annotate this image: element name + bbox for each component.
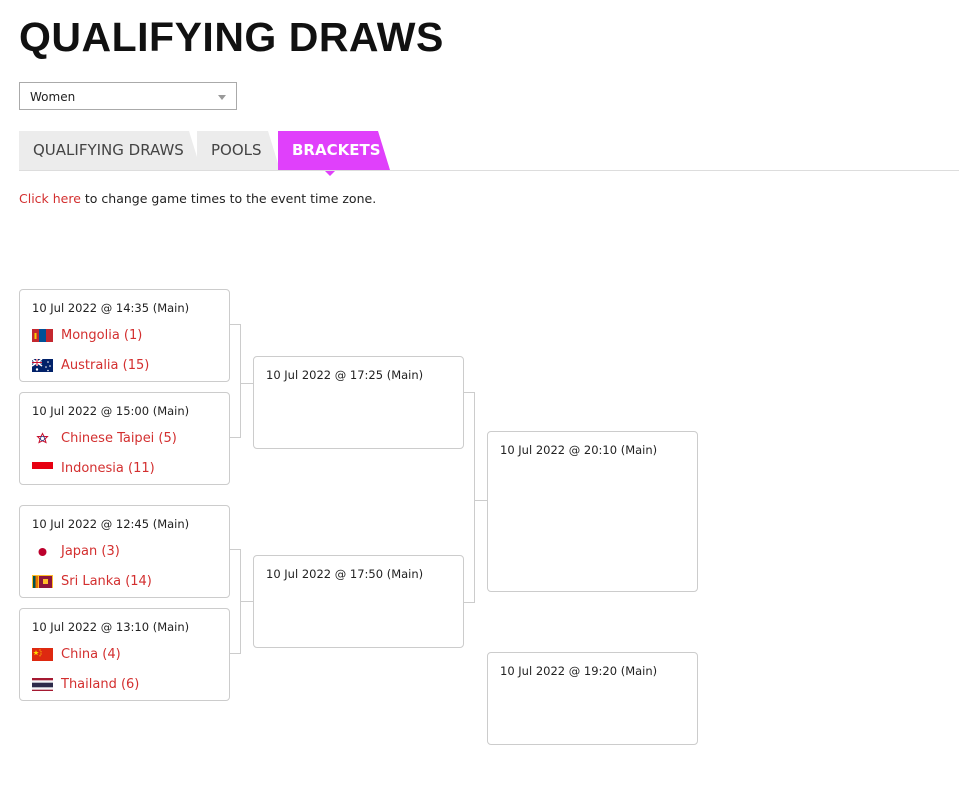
team-entry[interactable]: Thailand (6) (32, 676, 139, 692)
china-flag-icon (32, 647, 53, 661)
match-time: 10 Jul 2022 @ 13:10 (Main) (32, 620, 190, 634)
tab-brackets[interactable]: BRACKETS (278, 131, 390, 170)
chevron-down-icon (218, 95, 226, 100)
final-match-card[interactable]: 10 Jul 2022 @ 20:10 (Main) (487, 431, 698, 592)
team-name: Mongolia (1) (61, 327, 143, 343)
indonesia-flag-icon (32, 461, 53, 475)
team-entry[interactable]: Indonesia (11) (32, 460, 155, 476)
team-entry[interactable]: China (4) (32, 646, 121, 662)
match-card[interactable]: 10 Jul 2022 @ 14:35 (Main) Mongolia (1) … (19, 289, 230, 382)
chinese-taipei-flag-icon (32, 431, 53, 445)
team-name: Indonesia (11) (61, 460, 155, 476)
match-card[interactable]: 10 Jul 2022 @ 13:10 (Main) China (4) Tha… (19, 608, 230, 701)
team-entry[interactable]: Australia (15) (32, 357, 149, 373)
match-time: 10 Jul 2022 @ 12:45 (Main) (32, 517, 190, 531)
bracket-connector (230, 324, 241, 438)
match-time: 10 Jul 2022 @ 17:25 (Main) (266, 368, 424, 382)
bracket-connector (241, 601, 253, 602)
team-name: Chinese Taipei (5) (61, 430, 177, 446)
thailand-flag-icon (32, 677, 53, 691)
timezone-link[interactable]: Click here (19, 191, 81, 206)
australia-flag-icon (32, 358, 53, 372)
bracket-connector (475, 500, 487, 501)
match-card[interactable]: 10 Jul 2022 @ 17:50 (Main) (253, 555, 464, 648)
match-time: 10 Jul 2022 @ 17:50 (Main) (266, 567, 424, 581)
gender-select-value: Women (30, 90, 76, 104)
match-time: 10 Jul 2022 @ 19:20 (Main) (500, 664, 658, 678)
match-card[interactable]: 10 Jul 2022 @ 15:00 (Main) Chinese Taipe… (19, 392, 230, 485)
team-entry[interactable]: Japan (3) (32, 543, 120, 559)
sri-lanka-flag-icon (32, 574, 53, 588)
japan-flag-icon (32, 544, 53, 558)
tab-pools[interactable]: POOLS (197, 131, 280, 170)
third-place-match-card[interactable]: 10 Jul 2022 @ 19:20 (Main) (487, 652, 698, 745)
mongolia-flag-icon (32, 328, 53, 342)
match-time: 10 Jul 2022 @ 15:00 (Main) (32, 404, 190, 418)
team-name: Sri Lanka (14) (61, 573, 152, 589)
bracket-connector (230, 549, 241, 654)
team-name: Thailand (6) (61, 676, 140, 692)
match-card[interactable]: 10 Jul 2022 @ 12:45 (Main) Japan (3) Sri… (19, 505, 230, 598)
team-entry[interactable]: Chinese Taipei (5) (32, 430, 177, 446)
timezone-text: to change game times to the event time z… (80, 191, 377, 206)
tab-qualifying-draws[interactable]: QUALIFYING DRAWS (19, 131, 201, 170)
team-entry[interactable]: Sri Lanka (14) (32, 573, 152, 589)
bracket-connector (241, 383, 253, 384)
match-time: 10 Jul 2022 @ 20:10 (Main) (500, 443, 658, 457)
team-entry[interactable]: Mongolia (1) (32, 327, 142, 343)
team-name: Japan (3) (61, 543, 120, 559)
timezone-notice: Click here to change game times to the e… (19, 191, 376, 206)
page-title: QUALIFYING DRAWS (19, 14, 444, 60)
tabs-divider (19, 170, 959, 171)
bracket-connector (464, 392, 475, 603)
gender-select[interactable]: Women (19, 82, 237, 110)
team-name: Australia (15) (61, 357, 150, 373)
match-card[interactable]: 10 Jul 2022 @ 17:25 (Main) (253, 356, 464, 449)
team-name: China (4) (61, 646, 121, 662)
match-time: 10 Jul 2022 @ 14:35 (Main) (32, 301, 190, 315)
